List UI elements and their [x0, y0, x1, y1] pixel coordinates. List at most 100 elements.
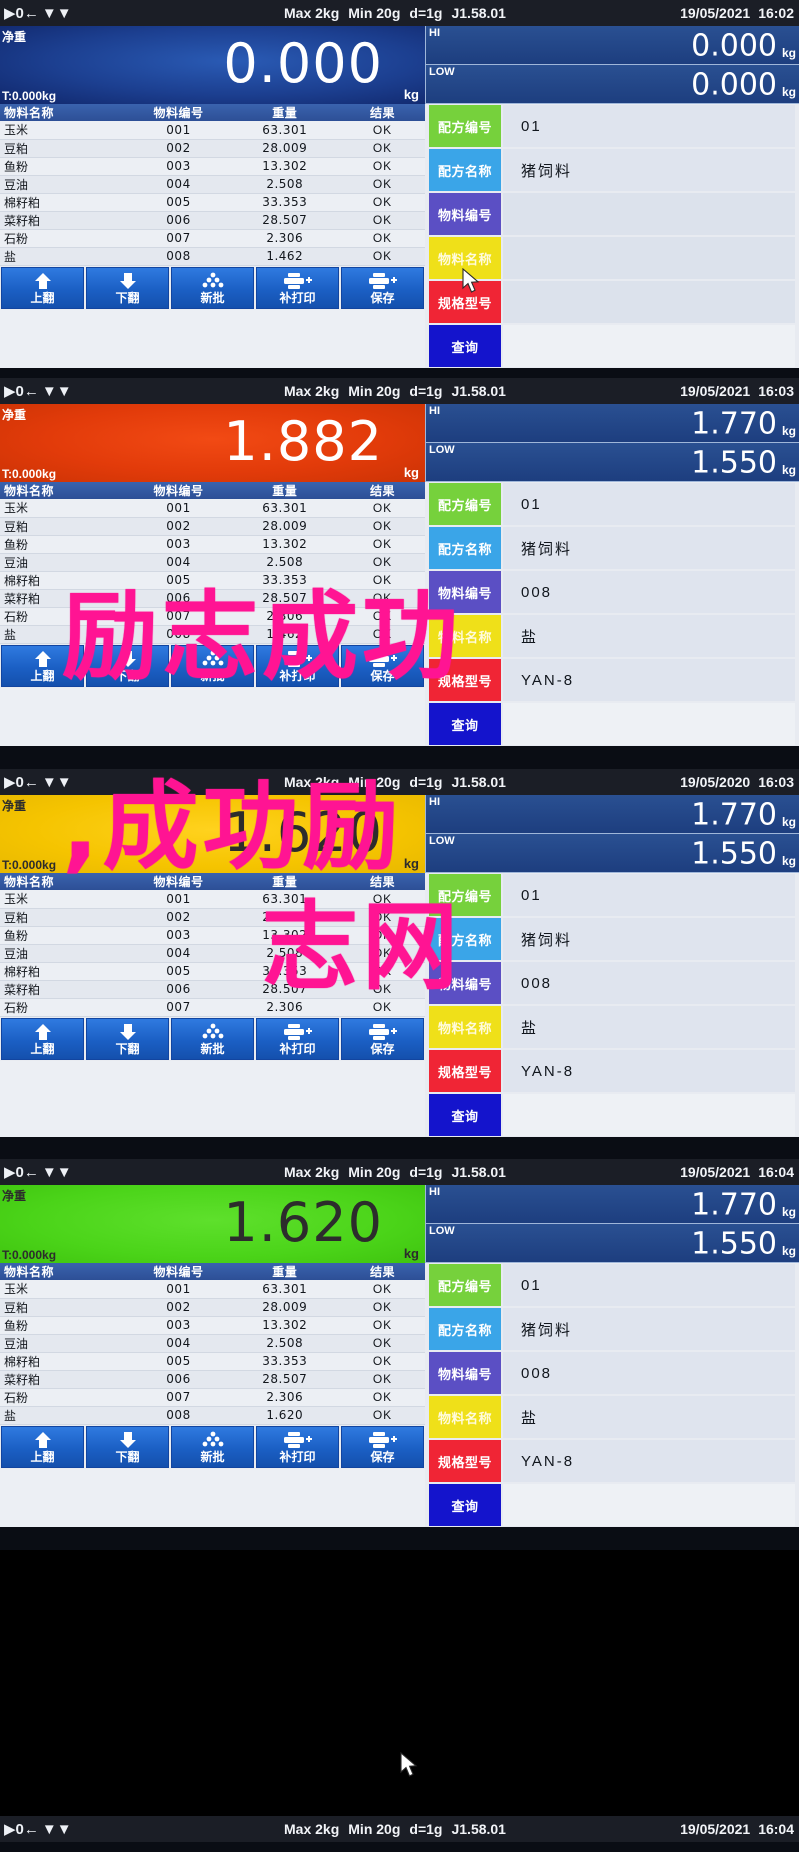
recipe-key-spec_model[interactable]: 规格型号: [429, 281, 501, 323]
table-row[interactable]: 菜籽粕 006 28.507 OK: [0, 589, 425, 608]
toolbar-button-新批[interactable]: 新批: [171, 644, 254, 687]
toolbar-button-补打印[interactable]: 补打印: [256, 644, 339, 687]
table-row[interactable]: 菜籽粕 006 28.507 OK: [0, 211, 425, 230]
table-row[interactable]: 豆油 004 2.508 OK: [0, 553, 425, 572]
table-row[interactable]: 鱼粉 003 13.302 OK: [0, 1316, 425, 1335]
query-button[interactable]: 查询: [429, 325, 501, 367]
recipe-value-formula_code[interactable]: 01: [503, 1264, 795, 1306]
recipe-value-material_name[interactable]: 盐: [503, 615, 795, 657]
recipe-value-material_code[interactable]: 008: [503, 1352, 795, 1394]
table-row[interactable]: 鱼粉 003 13.302 OK: [0, 157, 425, 176]
toolbar-button-新批[interactable]: 新批: [171, 1425, 254, 1468]
toolbar-button-补打印[interactable]: 补打印: [256, 266, 339, 309]
recipe-key-material_code[interactable]: 物料编号: [429, 962, 501, 1004]
recipe-key-material_name[interactable]: 物料名称: [429, 1396, 501, 1438]
table-row[interactable]: 石粉 007 2.306 OK: [0, 998, 425, 1017]
recipe-value-spec_model[interactable]: YAN-8: [503, 1050, 795, 1092]
toolbar-button-新批[interactable]: 新批: [171, 266, 254, 309]
table-row[interactable]: 豆粕 002 28.009 OK: [0, 139, 425, 158]
table-row[interactable]: 菜籽粕 006 28.507 OK: [0, 980, 425, 999]
recipe-key-material_name[interactable]: 物料名称: [429, 237, 501, 279]
recipe-value-formula_name[interactable]: 猪饲料: [503, 527, 795, 569]
recipe-key-material_name[interactable]: 物料名称: [429, 615, 501, 657]
table-row[interactable]: 棉籽粕 005 33.353 OK: [0, 193, 425, 212]
recipe-key-material_name[interactable]: 物料名称: [429, 1006, 501, 1048]
recipe-value-material_name[interactable]: 盐: [503, 1006, 795, 1048]
recipe-key-formula_name[interactable]: 配方名称: [429, 1308, 501, 1350]
table-row[interactable]: 豆油 004 2.508 OK: [0, 944, 425, 963]
toolbar-button-保存[interactable]: 保存: [341, 1425, 424, 1468]
table-row[interactable]: 豆油 004 2.508 OK: [0, 1334, 425, 1353]
recipe-value-formula_name[interactable]: 猪饲料: [503, 1308, 795, 1350]
toolbar-button-上翻[interactable]: 上翻: [1, 644, 84, 687]
recipe-value-formula_name[interactable]: 猪饲料: [503, 918, 795, 960]
recipe-key-formula_code[interactable]: 配方编号: [429, 105, 501, 147]
toolbar-button-补打印[interactable]: 补打印: [256, 1425, 339, 1468]
table-row[interactable]: 豆粕 002 28.009 OK: [0, 1298, 425, 1317]
recipe-panel: 配方编号 01 配方名称 猪饲料 物料编号 008 物料名称盐规格型号 YAN-8 查询: [425, 873, 799, 1137]
toolbar-button-上翻[interactable]: 上翻: [1, 266, 84, 309]
cell-weight: 28.009: [229, 139, 340, 158]
table-row[interactable]: 玉米 001 63.301 OK: [0, 121, 425, 140]
recipe-key-spec_model[interactable]: 规格型号: [429, 659, 501, 701]
recipe-value-material_code[interactable]: 008: [503, 571, 795, 613]
recipe-value-formula_code[interactable]: 01: [503, 874, 795, 916]
recipe-value-spec_model[interactable]: YAN-8: [503, 1440, 795, 1482]
recipe-key-formula_name[interactable]: 配方名称: [429, 149, 501, 191]
recipe-value-formula_code[interactable]: 01: [503, 483, 795, 525]
table-row[interactable]: 豆粕 002 28.009 OK: [0, 908, 425, 927]
recipe-key-material_code[interactable]: 物料编号: [429, 193, 501, 235]
toolbar-button-下翻[interactable]: 下翻: [86, 1017, 169, 1060]
recipe-value-formula_name[interactable]: 猪饲料: [503, 149, 795, 191]
recipe-value-material_code[interactable]: [503, 193, 795, 235]
table-row[interactable]: 棉籽粕 005 33.353 OK: [0, 571, 425, 590]
table-row[interactable]: 玉米 001 63.301 OK: [0, 499, 425, 518]
spec-division: d=1g: [409, 1821, 443, 1837]
recipe-value-material_name[interactable]: [503, 237, 795, 279]
recipe-key-formula_code[interactable]: 配方编号: [429, 874, 501, 916]
toolbar-button-保存[interactable]: 保存: [341, 266, 424, 309]
table-row[interactable]: 盐 008 1.462 OK: [0, 625, 425, 644]
recipe-key-formula_name[interactable]: 配方名称: [429, 918, 501, 960]
recipe-value-formula_code[interactable]: 01: [503, 105, 795, 147]
toolbar-button-下翻[interactable]: 下翻: [86, 266, 169, 309]
table-row[interactable]: 石粉 007 2.306 OK: [0, 607, 425, 626]
recipe-key-material_code[interactable]: 物料编号: [429, 571, 501, 613]
table-row[interactable]: 玉米 001 63.301 OK: [0, 1280, 425, 1299]
table-row[interactable]: 鱼粉 003 13.302 OK: [0, 535, 425, 554]
recipe-key-formula_name[interactable]: 配方名称: [429, 527, 501, 569]
table-row[interactable]: 棉籽粕 005 33.353 OK: [0, 962, 425, 981]
recipe-key-formula_code[interactable]: 配方编号: [429, 1264, 501, 1306]
recipe-value-material_name[interactable]: 盐: [503, 1396, 795, 1438]
table-row[interactable]: 玉米 001 63.301 OK: [0, 890, 425, 909]
query-button[interactable]: 查询: [429, 1094, 501, 1136]
table-row[interactable]: 鱼粉 003 13.302 OK: [0, 926, 425, 945]
toolbar-button-保存[interactable]: 保存: [341, 644, 424, 687]
toolbar-button-补打印[interactable]: 补打印: [256, 1017, 339, 1060]
table-row[interactable]: 菜籽粕 006 28.507 OK: [0, 1370, 425, 1389]
recipe-key-spec_model[interactable]: 规格型号: [429, 1050, 501, 1092]
recipe-value-spec_model[interactable]: [503, 281, 795, 323]
table-row[interactable]: 石粉 007 2.306 OK: [0, 1388, 425, 1407]
arrow-up-icon: [33, 649, 53, 669]
table-row[interactable]: 盐 008 1.620 OK: [0, 1406, 425, 1425]
query-button[interactable]: 查询: [429, 703, 501, 745]
toolbar-button-上翻[interactable]: 上翻: [1, 1017, 84, 1060]
recipe-key-spec_model[interactable]: 规格型号: [429, 1440, 501, 1482]
tare-indicator-icon: ▼▼: [41, 4, 72, 22]
recipe-value-material_code[interactable]: 008: [503, 962, 795, 1004]
toolbar-button-保存[interactable]: 保存: [341, 1017, 424, 1060]
table-row[interactable]: 豆粕 002 28.009 OK: [0, 517, 425, 536]
query-button[interactable]: 查询: [429, 1484, 501, 1526]
table-row[interactable]: 盐 008 1.462 OK: [0, 247, 425, 266]
toolbar-button-新批[interactable]: 新批: [171, 1017, 254, 1060]
toolbar-button-下翻[interactable]: 下翻: [86, 644, 169, 687]
recipe-value-spec_model[interactable]: YAN-8: [503, 659, 795, 701]
recipe-key-material_code[interactable]: 物料编号: [429, 1352, 501, 1394]
table-row[interactable]: 棉籽粕 005 33.353 OK: [0, 1352, 425, 1371]
table-row[interactable]: 豆油 004 2.508 OK: [0, 175, 425, 194]
recipe-key-formula_code[interactable]: 配方编号: [429, 483, 501, 525]
toolbar-button-下翻[interactable]: 下翻: [86, 1425, 169, 1468]
table-row[interactable]: 石粉 007 2.306 OK: [0, 229, 425, 248]
toolbar-button-上翻[interactable]: 上翻: [1, 1425, 84, 1468]
